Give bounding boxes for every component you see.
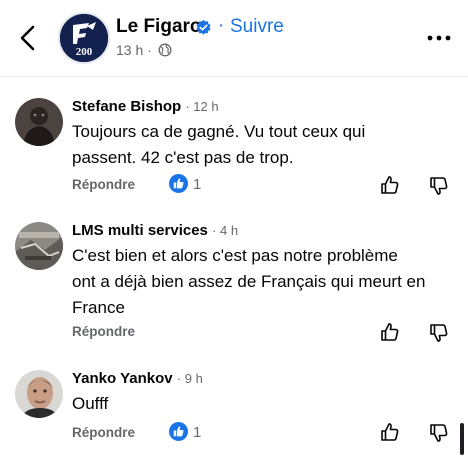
back-chevron-icon[interactable] [14,22,42,54]
comment-time: · 12 h [185,99,219,114]
thumbs-up-outline-icon[interactable] [379,321,401,343]
avatar-photo-icon [15,370,63,418]
post-header: 200 Le Figaro · Suivre 13 h · [0,0,468,77]
comment-time: · 4 h [212,223,239,238]
scrollbar[interactable] [460,423,464,455]
more-options-icon[interactable] [426,26,452,50]
svg-text:200: 200 [76,46,93,58]
thumbs-down-outline-icon[interactable] [428,422,450,444]
comment-author[interactable]: Yanko Yankov · 9 h [72,370,203,387]
page-avatar[interactable]: 200 [58,12,110,64]
thumbs-up-outline-icon[interactable] [379,174,401,196]
comment-text: Oufff [72,391,462,417]
globe-icon [158,43,172,57]
thumbs-down-outline-icon[interactable] [428,322,450,344]
author-name: Yanko Yankov [72,370,173,387]
thumbs-up-outline-icon[interactable] [379,421,401,443]
page-name[interactable]: Le Figaro [116,16,202,38]
like-count: 1 [193,424,202,441]
comment-line: ont a déjà bien assez de Français qui me… [72,272,426,291]
verified-badge-icon [196,19,211,35]
reply-button[interactable]: Répondre [72,177,135,192]
comment-author[interactable]: LMS multi services · 4 h [72,222,238,239]
reply-button[interactable]: Répondre [72,324,135,339]
comment-text: C'est bien et alors c'est pas notre prob… [72,243,462,321]
comment-line: passent. 42 c'est pas de trop. [72,148,294,167]
avatar[interactable] [15,222,63,270]
like-reaction-icon[interactable] [169,422,188,441]
avatar[interactable] [15,98,63,146]
header-separator: · [218,15,225,36]
author-name: LMS multi services [72,222,208,239]
avatar-photo-icon [15,98,63,146]
avatar[interactable] [15,370,63,418]
comment-line: C'est bien et alors c'est pas notre prob… [72,246,398,265]
like-count: 1 [193,176,202,193]
le-figaro-logo-icon: 200 [60,14,108,62]
comment-line: Oufff [72,394,109,413]
comment-line: Toujours ca de gagné. Vu tout ceux qui [72,122,366,141]
author-name: Stefane Bishop [72,98,182,115]
comment-author[interactable]: Stefane Bishop · 12 h [72,98,219,115]
reply-button[interactable]: Répondre [72,425,135,440]
follow-button[interactable]: Suivre [230,16,284,38]
comment-line: France [72,298,125,317]
comment-text: Toujours ca de gagné. Vu tout ceux qui p… [72,119,462,171]
comment-time: · 9 h [176,371,203,386]
avatar-photo-icon [15,222,63,270]
like-reaction-icon[interactable] [169,174,188,193]
thumbs-down-outline-icon[interactable] [428,175,450,197]
post-time: 13 h · [116,42,152,58]
